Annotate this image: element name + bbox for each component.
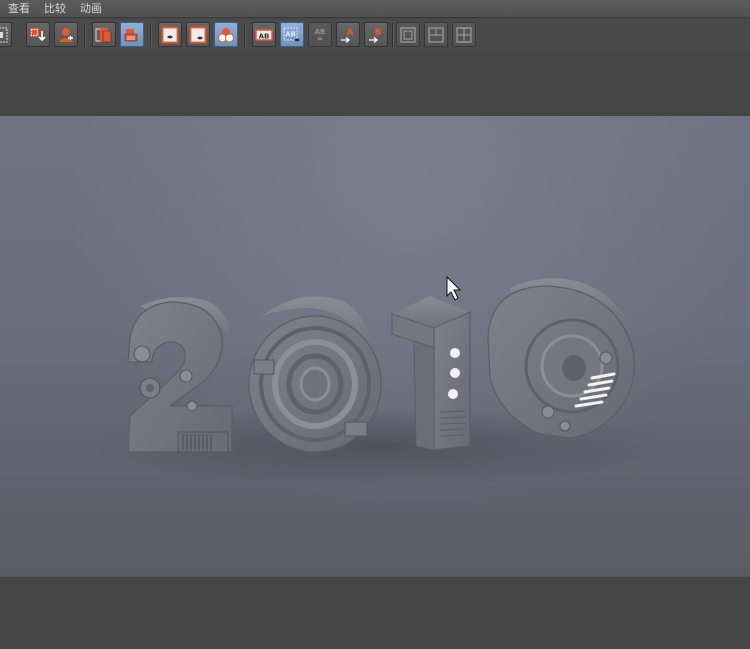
menu-view[interactable]: 查看	[8, 0, 30, 18]
view-ab-button[interactable]	[214, 22, 238, 47]
menu-animation[interactable]: 动画	[80, 0, 102, 18]
set-a-icon: A	[341, 28, 354, 43]
model-digit-0	[248, 296, 382, 453]
toolbar-separator	[84, 23, 86, 47]
set-a-button[interactable]: A	[336, 22, 360, 47]
svg-text:A: A	[347, 28, 354, 38]
toolbar: AB AB AB A B	[0, 19, 750, 52]
compare-ab-swap-button[interactable]: AB	[308, 22, 332, 47]
compare-ab-button[interactable]: AB	[252, 22, 276, 47]
model-digit-9	[487, 278, 635, 439]
render-region-button[interactable]	[92, 22, 116, 47]
grid-fit-button[interactable]	[0, 22, 12, 47]
grid-fit-icon	[0, 27, 8, 42]
view-ab-icon	[218, 27, 234, 42]
set-b-button[interactable]: B	[364, 22, 388, 47]
user-camera-button[interactable]	[54, 22, 78, 47]
render-to-picture-viewer-icon	[124, 28, 138, 41]
render-region-icon	[95, 27, 112, 42]
compare-ab-icon: AB	[255, 28, 273, 41]
layout-single-button[interactable]	[396, 22, 420, 47]
view-b-icon	[189, 26, 207, 43]
menu-compare[interactable]: 比较	[44, 0, 66, 18]
layout-quad-icon	[456, 26, 472, 43]
layout-quad-button[interactable]	[452, 22, 476, 47]
render-picture-viewer-button[interactable]	[120, 22, 144, 47]
view-a-button[interactable]	[158, 22, 182, 47]
layout-single-icon	[400, 26, 416, 43]
import-arrow-icon	[30, 27, 46, 41]
set-b-icon: B	[369, 28, 382, 43]
rendered-image	[90, 275, 670, 486]
svg-text:AB: AB	[285, 30, 296, 38]
view-a-icon	[161, 26, 179, 43]
compare-ab-swap-icon: AB	[315, 28, 326, 40]
picture-viewer-canvas[interactable]	[0, 116, 750, 577]
viewer-padding-top	[0, 51, 750, 116]
layout-split-icon	[428, 26, 444, 43]
toolbar-separator	[244, 23, 246, 47]
import-button[interactable]	[26, 22, 50, 47]
toolbar-separator	[392, 23, 394, 47]
model-digit-2	[127, 297, 233, 453]
viewer-padding-bottom	[0, 577, 750, 649]
toolbar-separator	[150, 23, 152, 47]
layout-split-button[interactable]	[424, 22, 448, 47]
svg-text:AB: AB	[315, 28, 326, 36]
menu-bar: 查看 比较 动画	[0, 0, 750, 18]
view-b-button[interactable]	[186, 22, 210, 47]
svg-text:AB: AB	[259, 32, 270, 40]
svg-text:B: B	[375, 28, 382, 38]
mouse-cursor-icon	[446, 275, 462, 301]
compare-ab-split-icon: AB	[283, 27, 300, 41]
compare-ab-split-button[interactable]: AB	[280, 22, 304, 47]
user-camera-icon	[59, 27, 73, 42]
